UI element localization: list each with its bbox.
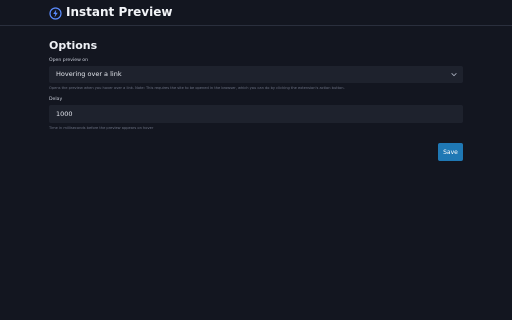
delay-help-text: Time in milliseconds before the preview … <box>49 126 154 130</box>
open-preview-select[interactable]: Hovering over a link <box>49 66 463 83</box>
app-header: Instant Preview <box>0 0 512 26</box>
delay-label: Delay <box>49 97 63 102</box>
chevron-down-icon <box>451 73 457 77</box>
app-title: Instant Preview <box>66 5 173 19</box>
delay-input[interactable] <box>49 105 463 123</box>
open-preview-help-text: Opens the preview when you hover over a … <box>49 86 345 90</box>
save-button[interactable]: Save <box>438 143 463 161</box>
lightning-bolt-icon <box>49 7 62 20</box>
page-title: Options <box>49 39 98 52</box>
open-preview-selected-value: Hovering over a link <box>56 70 122 78</box>
open-preview-label: Open preview on <box>49 58 89 63</box>
